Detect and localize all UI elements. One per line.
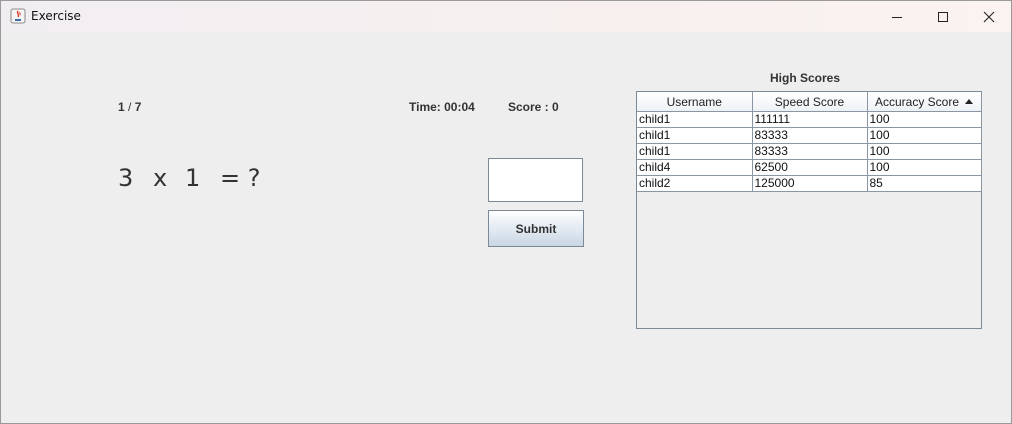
progress-separator: / bbox=[124, 100, 135, 114]
column-header-label: Speed Score bbox=[774, 94, 845, 109]
cell-speed-score[interactable]: 83333 bbox=[752, 127, 868, 144]
cell-accuracy-score[interactable]: 85 bbox=[867, 175, 982, 192]
high-scores-table[interactable]: Username Speed Score Accuracy Score chil… bbox=[636, 91, 982, 329]
column-header-username[interactable]: Username bbox=[637, 92, 753, 112]
table-row[interactable]: child1 83333 100 bbox=[637, 127, 982, 144]
maximize-icon bbox=[938, 11, 948, 22]
close-icon bbox=[983, 11, 995, 22]
table-row[interactable]: child1 83333 100 bbox=[637, 143, 982, 160]
operator: x bbox=[153, 164, 168, 192]
table-row[interactable]: child2 125000 85 bbox=[637, 175, 982, 192]
question-progress: 1 / 7 bbox=[118, 100, 141, 114]
close-button[interactable] bbox=[966, 1, 1012, 32]
column-header-label: Accuracy Score bbox=[874, 94, 960, 109]
minimize-button[interactable] bbox=[874, 1, 920, 32]
cell-accuracy-score[interactable]: 100 bbox=[867, 143, 982, 160]
column-header-label: Username bbox=[666, 94, 722, 109]
timer-label: Time: 00:04 bbox=[409, 100, 475, 114]
cell-accuracy-score[interactable]: 100 bbox=[867, 127, 982, 144]
progress-current: 1 bbox=[118, 100, 125, 114]
high-scores-title: High Scores bbox=[770, 71, 841, 85]
cell-username[interactable]: child1 bbox=[637, 143, 753, 160]
submit-button[interactable]: Submit bbox=[488, 210, 584, 247]
cell-speed-score[interactable]: 125000 bbox=[752, 175, 868, 192]
cell-accuracy-score[interactable]: 100 bbox=[867, 159, 982, 176]
sort-ascending-icon bbox=[965, 98, 974, 104]
cell-speed-score[interactable]: 62500 bbox=[752, 159, 868, 176]
minimize-icon bbox=[892, 16, 902, 18]
cell-username[interactable]: child2 bbox=[637, 175, 753, 192]
table-row[interactable]: child1 111111 100 bbox=[637, 111, 982, 128]
table-row[interactable]: child4 62500 100 bbox=[637, 159, 982, 176]
cell-username[interactable]: child4 bbox=[637, 159, 753, 176]
operand-b: 1 bbox=[185, 164, 201, 192]
operand-a: 3 bbox=[118, 164, 134, 192]
cell-username[interactable]: child1 bbox=[637, 111, 753, 128]
column-header-accuracy-score[interactable]: Accuracy Score bbox=[867, 92, 982, 112]
equals-question: = ? bbox=[220, 164, 261, 192]
cell-speed-score[interactable]: 111111 bbox=[752, 111, 868, 128]
cell-username[interactable]: child1 bbox=[637, 127, 753, 144]
progress-total: 7 bbox=[134, 100, 142, 114]
maximize-button[interactable] bbox=[920, 1, 966, 32]
title-bar[interactable]: Exercise bbox=[1, 1, 1011, 32]
column-header-speed-score[interactable]: Speed Score bbox=[752, 92, 868, 112]
table-header-row: Username Speed Score Accuracy Score bbox=[637, 92, 982, 112]
exercise-window: Exercise 1 / 7 Time: 00:04 Score : 0 3 x… bbox=[0, 0, 1012, 424]
cell-speed-score[interactable]: 83333 bbox=[752, 143, 868, 160]
window-title: Exercise bbox=[31, 9, 81, 23]
answer-input[interactable] bbox=[488, 158, 583, 202]
score-label: Score : 0 bbox=[508, 100, 559, 114]
cell-accuracy-score[interactable]: 100 bbox=[867, 111, 982, 128]
java-app-icon bbox=[10, 8, 26, 24]
